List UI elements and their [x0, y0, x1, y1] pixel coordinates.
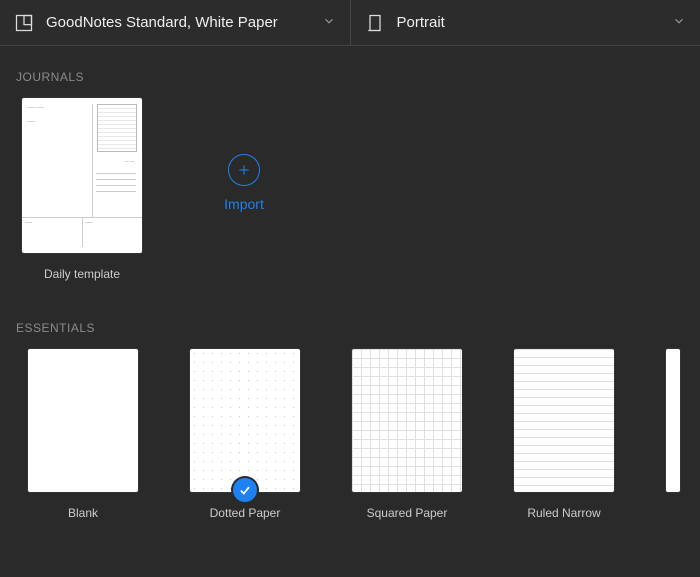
template-thumbnail [666, 349, 680, 492]
template-label: Blank [68, 506, 98, 520]
template-ruled-narrow[interactable]: Ruled Narrow [514, 349, 614, 520]
template-icon [14, 13, 34, 33]
essentials-heading: ESSENTIALS [0, 281, 700, 349]
template-thumbnail [514, 349, 614, 492]
import-button[interactable]: Import [184, 98, 304, 268]
orientation-label: Portrait [397, 14, 445, 31]
paper-type-label: GoodNotes Standard, White Paper [46, 14, 278, 31]
import-label: Import [224, 196, 264, 212]
paper-type-dropdown[interactable]: GoodNotes Standard, White Paper [0, 0, 350, 45]
template-thumbnail [352, 349, 462, 492]
check-icon [238, 483, 252, 497]
template-dotted[interactable]: Dotted Paper [190, 349, 300, 520]
template-thumbnail: —— —— —— — — ———— [22, 98, 142, 253]
top-bar: GoodNotes Standard, White Paper Portrait [0, 0, 700, 46]
template-label: Dotted Paper [210, 506, 281, 520]
chevron-down-icon [322, 14, 336, 32]
plus-icon [228, 154, 260, 186]
template-label: Squared Paper [367, 506, 448, 520]
journals-row: —— —— —— — — ———— Daily template Import [0, 98, 700, 281]
template-label: Ruled Narrow [527, 506, 600, 520]
orientation-icon [365, 13, 385, 33]
essentials-row: Blank Dotted Paper Squared Paper Ruled N… [0, 349, 700, 520]
template-label: Daily template [44, 267, 120, 281]
orientation-dropdown[interactable]: Portrait [350, 0, 700, 45]
template-daily[interactable]: —— —— —— — — ———— Daily template [22, 98, 142, 281]
journals-heading: JOURNALS [0, 46, 700, 98]
template-squared[interactable]: Squared Paper [352, 349, 462, 520]
template-overflow[interactable] [666, 349, 680, 520]
selected-badge [233, 478, 257, 502]
template-thumbnail [190, 349, 300, 492]
template-thumbnail [28, 349, 138, 492]
chevron-down-icon [672, 14, 686, 32]
template-blank[interactable]: Blank [28, 349, 138, 520]
